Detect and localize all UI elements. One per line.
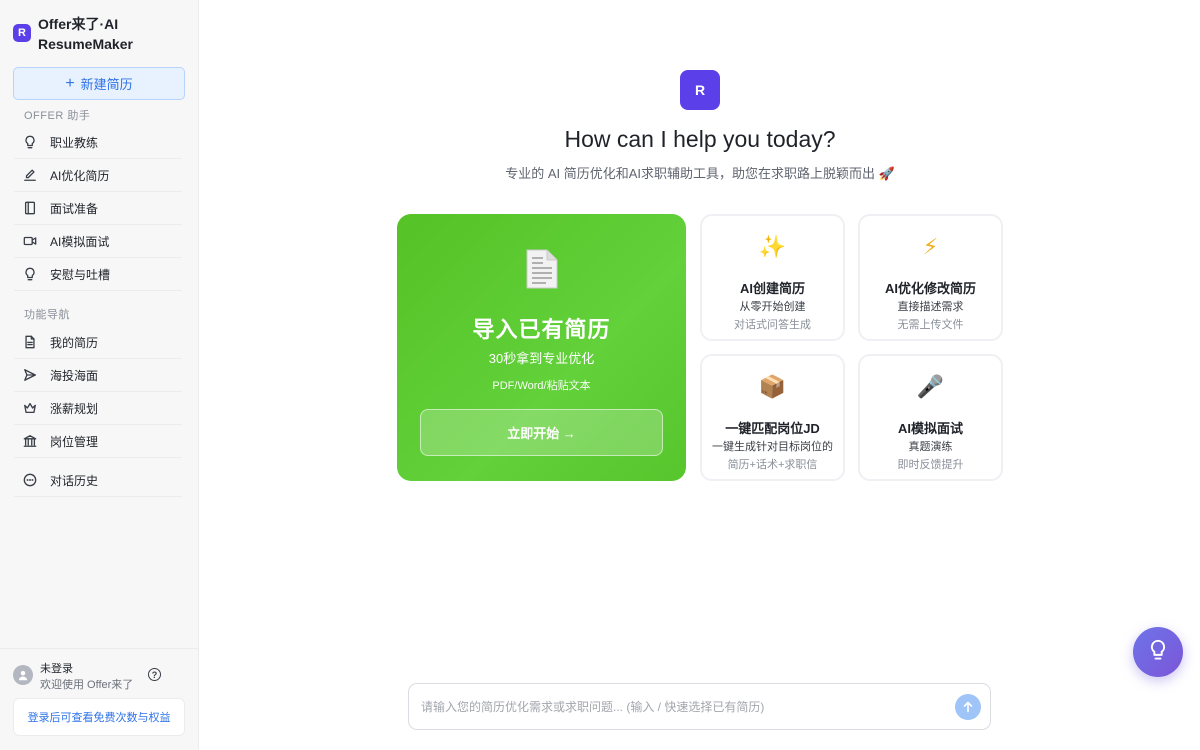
document-icon — [22, 334, 38, 350]
sidebar: R Offer来了·AI ResumeMaker + 新建简历 OFFER 助手… — [0, 0, 199, 750]
card-description: 真题演练 — [908, 441, 953, 453]
crown-icon — [22, 400, 38, 416]
sidebar-item-label: 对话历史 — [50, 473, 99, 488]
import-resume-subtitle: 30秒拿到专业优化 — [488, 351, 595, 366]
import-resume-formats: PDF/Word/粘贴文本 — [492, 380, 591, 392]
card-note: 简历+话术+求职信 — [727, 459, 818, 471]
new-resume-label: 新建简历 — [80, 77, 133, 92]
lightning-icon: ⚡ — [922, 234, 939, 259]
send-button[interactable] — [955, 694, 981, 720]
card-match-jd[interactable]: 📦 一键匹配岗位JD 一键生成针对目标岗位的 简历+话术+求职信 — [700, 354, 845, 481]
sidebar-item-mock-interview[interactable]: AI模拟面试 — [14, 225, 182, 258]
sidebar-item-career-coach[interactable]: 职业教练 — [14, 126, 182, 159]
sidebar-item-comfort[interactable]: 安慰与吐槽 — [14, 258, 182, 291]
video-icon — [22, 233, 38, 249]
sparkles-icon: ✨ — [758, 234, 787, 259]
sidebar-item-mass-apply[interactable]: 海投海面 — [14, 359, 182, 392]
pen-icon — [22, 167, 38, 183]
user-name: 未登录 — [40, 663, 73, 675]
new-resume-button[interactable]: + 新建简历 — [13, 67, 185, 100]
chat-input[interactable] — [421, 684, 951, 729]
card-description: 从零开始创建 — [739, 301, 806, 313]
send-icon — [22, 367, 38, 383]
lightbulb-icon — [22, 134, 38, 150]
card-title: AI模拟面试 — [897, 421, 963, 436]
sidebar-item-job-manage[interactable]: 岗位管理 — [14, 425, 182, 458]
sidebar-item-label: 我的简历 — [50, 335, 99, 350]
tips-fab-button[interactable] — [1133, 627, 1183, 677]
brand-logo: R — [13, 24, 31, 42]
import-resume-card[interactable]: 导入已有简历 30秒拿到专业优化 PDF/Word/粘贴文本 立即开始 → — [397, 214, 686, 481]
document-icon — [524, 248, 560, 295]
sidebar-item-salary-plan[interactable]: 涨薪规划 — [14, 392, 182, 425]
sidebar-item-label: 面试准备 — [50, 201, 99, 216]
chat-icon — [22, 472, 38, 488]
page-title: How can I help you today? — [564, 126, 836, 152]
card-description: 直接描述需求 — [897, 301, 964, 313]
section-title-nav: 功能导航 — [24, 309, 70, 321]
chat-input-box — [408, 683, 991, 730]
sidebar-item-label: 安慰与吐槽 — [50, 267, 111, 282]
building-icon — [22, 433, 38, 449]
user-subtitle: 欢迎使用 Offer来了 — [40, 679, 134, 691]
package-icon: 📦 — [758, 374, 787, 399]
plus-icon: + — [65, 74, 75, 92]
main-logo: R — [680, 70, 720, 110]
card-title: 一键匹配岗位JD — [725, 421, 820, 436]
sidebar-item-label: AI模拟面试 — [50, 234, 110, 249]
sidebar-item-label: 岗位管理 — [50, 434, 99, 449]
history-nav: 对话历史 — [14, 464, 182, 497]
card-ai-optimize-resume[interactable]: ⚡ AI优化修改简历 直接描述需求 无需上传文件 — [858, 214, 1003, 341]
microphone-icon: 🎤 — [916, 374, 945, 399]
sidebar-item-interview-prep[interactable]: 面试准备 — [14, 192, 182, 225]
brand-name: Offer来了·AI ResumeMaker — [38, 16, 133, 52]
section-title-assistant: OFFER 助手 — [24, 110, 91, 122]
lightbulb-icon — [22, 266, 38, 282]
sidebar-item-label: AI优化简历 — [50, 168, 110, 183]
card-mock-interview[interactable]: 🎤 AI模拟面试 真题演练 即时反馈提升 — [858, 354, 1003, 481]
card-description: 一键生成针对目标岗位的 — [712, 441, 833, 453]
feature-nav-list: 我的简历 海投海面 涨薪规划 岗位管理 — [14, 326, 182, 458]
import-resume-title: 导入已有简历 — [472, 317, 611, 342]
card-note: 即时反馈提升 — [897, 459, 964, 471]
arrow-up-icon — [963, 701, 973, 713]
sidebar-item-chat-history[interactable]: 对话历史 — [14, 464, 182, 497]
start-now-button[interactable]: 立即开始 → — [420, 409, 663, 456]
sidebar-item-my-resumes[interactable]: 我的简历 — [14, 326, 182, 359]
user-area: 未登录 欢迎使用 Offer来了 ? — [0, 648, 199, 691]
sidebar-item-label: 职业教练 — [50, 135, 99, 150]
book-icon — [22, 200, 38, 216]
card-note: 无需上传文件 — [897, 319, 964, 331]
avatar[interactable] — [13, 665, 33, 685]
card-ai-create-resume[interactable]: ✨ AI创建简历 从零开始创建 对话式问答生成 — [700, 214, 845, 341]
help-icon[interactable]: ? — [148, 668, 161, 681]
assistant-nav-list: 职业教练 AI优化简历 面试准备 AI模拟面试 安慰与吐槽 — [14, 126, 182, 291]
login-tip-link[interactable]: 登录后可查看免费次数与权益 — [13, 698, 185, 736]
card-title: AI优化修改简历 — [884, 281, 976, 296]
page-subtitle: 专业的 AI 简历优化和AI求职辅助工具，助您在求职路上脱颖而出 🚀 — [505, 166, 895, 181]
sidebar-item-label: 海投海面 — [50, 368, 99, 383]
lightbulb-icon — [1148, 639, 1168, 666]
brand[interactable]: R Offer来了·AI ResumeMaker — [13, 14, 158, 54]
card-title: AI创建简历 — [739, 281, 805, 296]
card-note: 对话式问答生成 — [734, 319, 811, 331]
sidebar-item-ai-optimize[interactable]: AI优化简历 — [14, 159, 182, 192]
sidebar-item-label: 涨薪规划 — [50, 401, 99, 416]
